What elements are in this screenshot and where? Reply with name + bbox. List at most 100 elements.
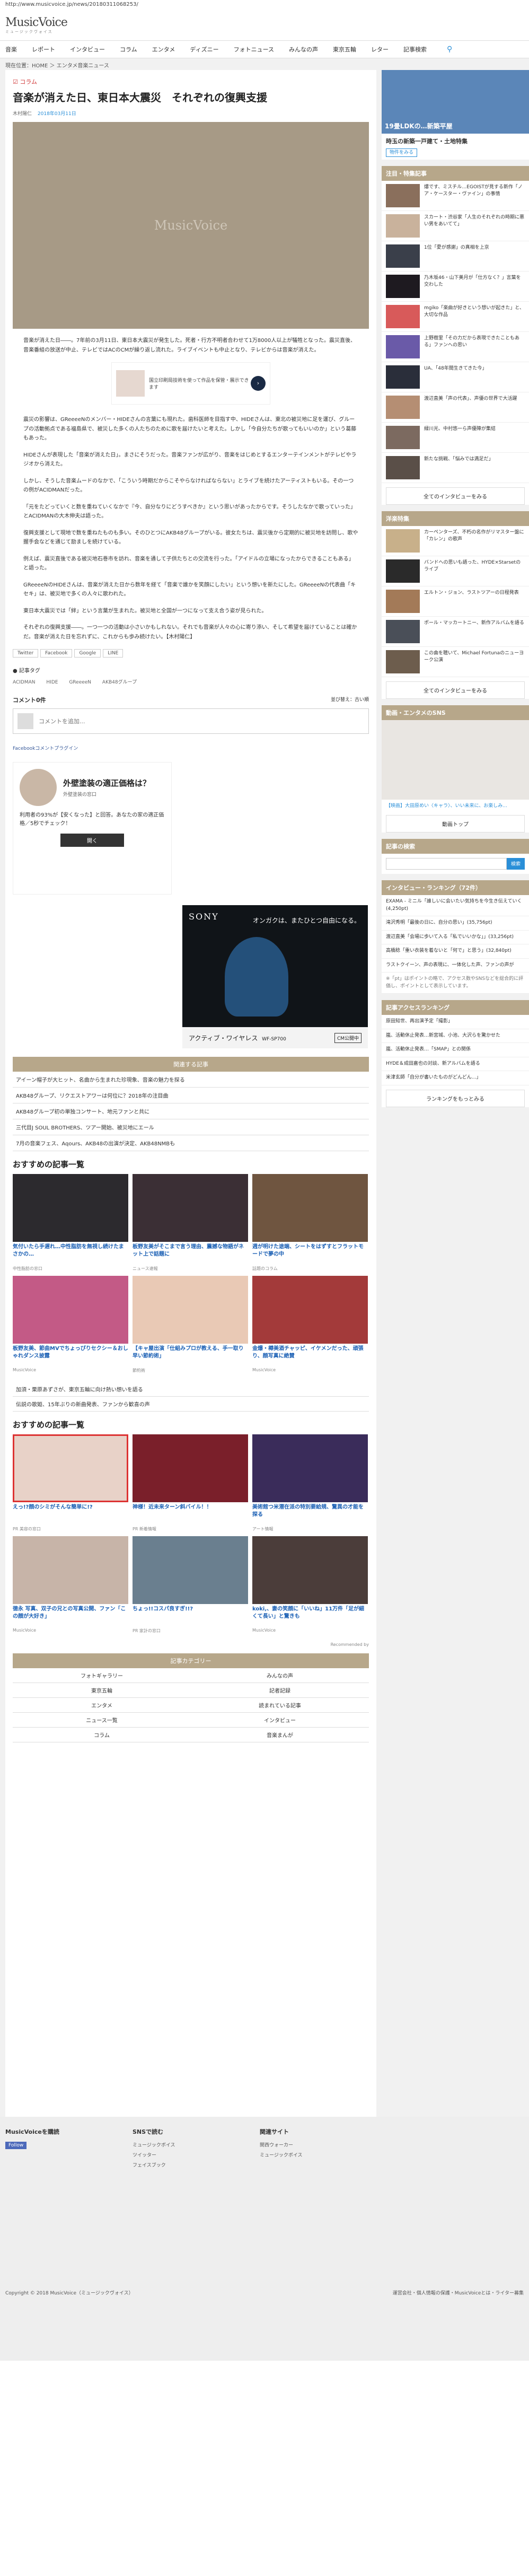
footer-link[interactable]: フェイスブック <box>133 2161 260 2168</box>
nav-voice[interactable]: みんなの声 <box>289 45 318 54</box>
share-google[interactable]: Google <box>74 649 101 658</box>
side-item[interactable]: UA、「48年間生きてきた今」 <box>382 362 529 392</box>
category-item[interactable]: インタビュー <box>191 1713 369 1728</box>
related-item[interactable]: アイーン帽子が大ヒット、名曲から生まれた珍現象、音楽の魅力を探る <box>13 1072 369 1088</box>
pickup-item[interactable]: 加須・栗原あずさが、東京五輪に向け熱い想いを語る <box>13 1382 369 1397</box>
tag-item[interactable]: ACIDMAN <box>13 680 36 685</box>
recommend-card[interactable]: 美術館つ米潜在派の特別要給規、驚異の才能を探る アート情報 <box>252 1434 368 1532</box>
site-logo[interactable]: MusicVoice ミュージックヴォイス <box>5 16 68 34</box>
category-item[interactable]: 記者記録 <box>191 1683 369 1698</box>
side-item[interactable]: エルトン・ジョン、ラストツアーの日程発表 <box>382 586 529 617</box>
nav-music[interactable]: 音楽 <box>5 45 17 54</box>
footer-link[interactable]: ミュージックボイス <box>133 2141 260 2148</box>
comments-sort[interactable]: 並び替え：古い順 <box>331 696 369 704</box>
footer-link[interactable]: 関西ウォーカー <box>260 2141 387 2148</box>
side-search-input[interactable] <box>386 858 507 870</box>
footer-link[interactable]: ミュージックボイス <box>260 2151 387 2158</box>
share-line[interactable]: LINE <box>103 649 124 658</box>
recommend-card[interactable]: 板野友美がそこまで言う理由、震撼な物語がネット上で話題に ニュース速報 <box>133 1174 248 1272</box>
side-item[interactable]: 緑川光、中村悠一ら声優陣が集結 <box>382 423 529 453</box>
category-item[interactable]: 読まれている記事 <box>191 1698 369 1713</box>
share-twitter[interactable]: Twitter <box>13 649 39 658</box>
nav-photo[interactable]: フォトニュース <box>234 45 274 54</box>
side-item[interactable]: ポール・マッカートニー、新作アルバムを語る <box>382 617 529 647</box>
nav-letter[interactable]: レター <box>371 45 389 54</box>
sony-ad[interactable]: SONY オンガクは、またひとつ自由になる。 アクティブ・ワイヤレス WF-SP… <box>182 905 368 1048</box>
nav-disney[interactable]: ディズニー <box>190 45 218 54</box>
rank-item[interactable]: 嵐、活動休止発表…新宮城、小池、大沢らを驚かせた <box>382 1029 529 1043</box>
ad-banner[interactable]: 外壁塗装の適正価格は？ 外壁塗装の窓口 利用者の93%が【安くなった】と回答。あ… <box>13 762 172 895</box>
search-icon[interactable]: ⚲ <box>447 45 452 54</box>
movie-thumb[interactable] <box>382 720 529 800</box>
recommend-card[interactable]: えっ!?顔のシミがそんな簡単に!? PR 美容の窓口 <box>13 1434 128 1532</box>
inline-ad[interactable]: 国立印刷局技術を使って作品を保管・展示できます › <box>111 362 270 405</box>
footer-links[interactable]: 運営会社・個人情報の保護・MusicVoiceとは・ライター募集 <box>393 2289 524 2350</box>
recommend-card[interactable]: 気付いたら手遅れ…中性脂肪を無視し続けたまさかの… 中性脂肪の窓口 <box>13 1174 128 1272</box>
recommend-card[interactable]: ちょっ!!コスパ良すぎ!!? PR 家計の窓口 <box>133 1536 248 1634</box>
rank-item[interactable]: HYDE＆成田嘉也の対談、新アルバムを語る <box>382 1057 529 1071</box>
side-item[interactable]: 爆です、ミスチル…EGOISTが見する新作「ノア・ケースター・ヴァイン」の事情 <box>382 181 529 211</box>
side-item[interactable]: mgiko「楽曲が好きという想いが起きた」と、大切な作品 <box>382 302 529 332</box>
side-ad-button[interactable]: 物件をみる <box>386 148 418 157</box>
nav-column[interactable]: コラム <box>120 45 137 54</box>
rank-item[interactable]: 米津玄師「自分が書いたものがどんどん...」 <box>382 1071 529 1085</box>
rank-item[interactable]: 原田知世、再出演予定「撮影」 <box>382 1015 529 1029</box>
recommend-card[interactable]: 週が明けた途端、シートをはずすとフラットモードで夢の中 話題のコラム <box>252 1174 368 1272</box>
recommend-card[interactable]: 金爆・樽美酒チャッピ、イケメンだった、頑張り、顔写真に絶賛 MusicVoice <box>252 1276 368 1373</box>
side-item[interactable]: カーペンターズ、不朽の名作がリマスター盤に「カレン」の歌声 <box>382 526 529 556</box>
tag-item[interactable]: AKB48グループ <box>102 680 137 685</box>
sony-cm-button[interactable]: CM公開中 <box>334 1032 362 1043</box>
side-item[interactable]: 1位「愛が感謝」の真相を上京 <box>382 241 529 271</box>
category-item[interactable]: 東京五輪 <box>13 1683 191 1698</box>
recommend-card[interactable]: koki,、妻の笑顔に「いいね」11万件「足が細くて長い」と驚きも MusicVo… <box>252 1536 368 1634</box>
side-more-button[interactable]: 全てのインタビューをみる <box>386 681 525 699</box>
related-item[interactable]: AKB48グループ初の単独コンサート、地元ファンと共に <box>13 1103 369 1119</box>
recommend-card[interactable]: 神様！近未来ターン斜バイル！！ PR 新着情報 <box>133 1434 248 1532</box>
tag-item[interactable]: HIDE <box>46 680 58 685</box>
nav-entame[interactable]: エンタメ <box>152 45 175 54</box>
side-item[interactable]: 渡辺直美「声の代表」、声優の世界で大活躍 <box>382 392 529 423</box>
movie-caption[interactable]: 【映画】大田原めい〈キャラ〉、いい未来に、お楽しみ... <box>382 800 529 811</box>
article-category[interactable]: ☑ コラム <box>13 77 369 86</box>
chevron-right-icon[interactable]: › <box>251 376 266 391</box>
rank-item[interactable]: 高橋稔「重い衣装を着ないと「何で」と思う」(32,840pt) <box>382 944 529 959</box>
facebook-follow-button[interactable]: Follow <box>5 2142 27 2149</box>
category-item[interactable]: コラム <box>13 1728 191 1742</box>
nav-olympic[interactable]: 東京五輪 <box>333 45 356 54</box>
category-item[interactable]: ニュース一覧 <box>13 1713 191 1728</box>
access-more-button[interactable]: ランキングをもっとみる <box>386 1089 525 1107</box>
recommend-card[interactable]: 板野友美、節曲MVでちょっぴりセクシー＆おしゃれダンス披露 MusicVoice <box>13 1276 128 1373</box>
pickup-item[interactable]: 伝説の歌姫、15年ぶりの新曲発表、ファンから歓喜の声 <box>13 1397 369 1412</box>
comment-input[interactable] <box>39 717 364 725</box>
related-item[interactable]: AKB48グループ、リクエストアワーは何位に？2018年の注目曲 <box>13 1088 369 1103</box>
rank-item[interactable]: 滝沢秀明「最後の日に、自分の思い」(35,756pt) <box>382 916 529 931</box>
ad-open-button[interactable]: 開く <box>60 834 124 847</box>
rank-item[interactable]: EXAMA - ミニル「誰しいに会いたい気持ちを今生き伝えていく(4,250pt… <box>382 895 529 916</box>
side-item[interactable]: 乃木坂46・山下美月が「仕方なく？」言葉を交わした <box>382 271 529 302</box>
rank-item[interactable]: 嵐、活動休止発表…「SMAP」との関係 <box>382 1043 529 1057</box>
category-item[interactable]: フォトギャラリー <box>13 1668 191 1683</box>
category-item[interactable]: エンタメ <box>13 1698 191 1713</box>
facebook-plugin-label[interactable]: Facebookコメントプラグイン <box>13 744 369 751</box>
share-facebook[interactable]: Facebook <box>40 649 73 658</box>
nav-interview[interactable]: インタビュー <box>70 45 105 54</box>
side-item[interactable]: バンドへの思いも語った、HYDE×Starsetのライブ <box>382 556 529 586</box>
movie-more-button[interactable]: 動画トップ <box>386 815 525 833</box>
rank-item[interactable]: 渡辺直美「会場に歩いて入る「私でいいかな」」(33,256pt) <box>382 931 529 944</box>
side-item[interactable]: スカート・渋谷家「人生のそれぞれの時期に悪い男をあいてて」 <box>382 211 529 241</box>
tag-item[interactable]: GReeeeN <box>69 680 91 685</box>
footer-link[interactable]: ツイッター <box>133 2151 260 2158</box>
recommend-card[interactable]: 徳永 写真、双子の兄との写真公開、ファン「この顔が大好き」 MusicVoice <box>13 1536 128 1634</box>
category-item[interactable]: 音楽まんが <box>191 1728 369 1742</box>
side-item[interactable]: この曲を聴いて、Michael Fortunaのニューヨーク公演 <box>382 647 529 677</box>
related-item[interactable]: 三代目J SOUL BROTHERS、ツアー開始、被災地にエール <box>13 1119 369 1135</box>
recommend-card[interactable]: 【キャ屋出演「仕組みプロが教える、手一取り早い節約術」 節約術 <box>133 1276 248 1373</box>
nav-report[interactable]: レポート <box>32 45 55 54</box>
side-item[interactable]: 上野樹里「その力だから表現できたこともある」ファンへの思い <box>382 332 529 362</box>
category-item[interactable]: みんなの声 <box>191 1668 369 1683</box>
related-item[interactable]: 7月の音楽フェス、Aqours、AKB48の出演が決定、AKB48NMBも <box>13 1135 369 1151</box>
rank-item[interactable]: ラストクイーン、声の表現に、一体化した声、ファンの声が <box>382 959 529 972</box>
side-more-button[interactable]: 全てのインタビューをみる <box>386 487 525 505</box>
side-top-ad[interactable]: 19畳LDKの…新築平屋 時玉の新築一戸建て・土地特集 物件をみる <box>382 70 529 160</box>
side-item[interactable]: 新たな挑戦、「悩みでは満足だ」 <box>382 453 529 483</box>
